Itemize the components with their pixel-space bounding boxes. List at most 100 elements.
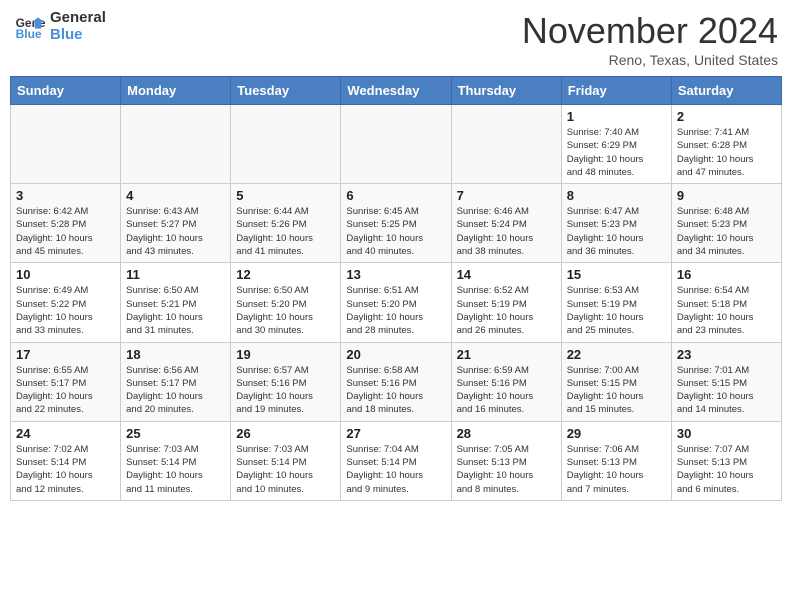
- calendar-cell: 27 Sunrise: 7:04 AM Sunset: 5:14 PM Dayli…: [341, 421, 451, 500]
- day-number: 30: [677, 426, 776, 441]
- title-area: November 2024 Reno, Texas, United States: [522, 10, 778, 68]
- calendar-cell: 9 Sunrise: 6:48 AM Sunset: 5:23 PM Daylig…: [671, 184, 781, 263]
- day-number: 20: [346, 347, 445, 362]
- day-number: 7: [457, 188, 556, 203]
- day-info: Sunrise: 6:59 AM Sunset: 5:16 PM Dayligh…: [457, 364, 556, 417]
- day-info: Sunrise: 6:58 AM Sunset: 5:16 PM Dayligh…: [346, 364, 445, 417]
- day-number: 17: [16, 347, 115, 362]
- day-number: 21: [457, 347, 556, 362]
- logo-icon: General Blue: [14, 11, 46, 43]
- calendar-cell: 14 Sunrise: 6:52 AM Sunset: 5:19 PM Dayli…: [451, 263, 561, 342]
- day-info: Sunrise: 6:48 AM Sunset: 5:23 PM Dayligh…: [677, 205, 776, 258]
- day-number: 28: [457, 426, 556, 441]
- day-info: Sunrise: 7:06 AM Sunset: 5:13 PM Dayligh…: [567, 443, 666, 496]
- calendar-cell: 10 Sunrise: 6:49 AM Sunset: 5:22 PM Dayli…: [11, 263, 121, 342]
- weekday-header-thursday: Thursday: [451, 77, 561, 105]
- day-info: Sunrise: 6:47 AM Sunset: 5:23 PM Dayligh…: [567, 205, 666, 258]
- day-info: Sunrise: 6:42 AM Sunset: 5:28 PM Dayligh…: [16, 205, 115, 258]
- calendar-cell: 16 Sunrise: 6:54 AM Sunset: 5:18 PM Dayli…: [671, 263, 781, 342]
- calendar-cell: 2Sunrise: 7:41 AM Sunset: 6:28 PM Daylig…: [671, 105, 781, 184]
- day-number: 22: [567, 347, 666, 362]
- day-number: 3: [16, 188, 115, 203]
- day-info: Sunrise: 6:56 AM Sunset: 5:17 PM Dayligh…: [126, 364, 225, 417]
- day-number: 8: [567, 188, 666, 203]
- calendar-cell: [11, 105, 121, 184]
- day-number: 26: [236, 426, 335, 441]
- day-info: Sunrise: 6:53 AM Sunset: 5:19 PM Dayligh…: [567, 284, 666, 337]
- day-number: 27: [346, 426, 445, 441]
- weekday-header-saturday: Saturday: [671, 77, 781, 105]
- day-info: Sunrise: 7:05 AM Sunset: 5:13 PM Dayligh…: [457, 443, 556, 496]
- day-info: Sunrise: 6:43 AM Sunset: 5:27 PM Dayligh…: [126, 205, 225, 258]
- day-info: Sunrise: 7:00 AM Sunset: 5:15 PM Dayligh…: [567, 364, 666, 417]
- day-info: Sunrise: 6:55 AM Sunset: 5:17 PM Dayligh…: [16, 364, 115, 417]
- calendar-cell: 29 Sunrise: 7:06 AM Sunset: 5:13 PM Dayli…: [561, 421, 671, 500]
- week-row-1: 3 Sunrise: 6:42 AM Sunset: 5:28 PM Daylig…: [11, 184, 782, 263]
- location-text: Reno, Texas, United States: [522, 52, 778, 68]
- calendar-cell: [341, 105, 451, 184]
- calendar-cell: 21 Sunrise: 6:59 AM Sunset: 5:16 PM Dayli…: [451, 342, 561, 421]
- calendar-cell: 22 Sunrise: 7:00 AM Sunset: 5:15 PM Dayli…: [561, 342, 671, 421]
- calendar-cell: 11Sunrise: 6:50 AM Sunset: 5:21 PM Dayli…: [121, 263, 231, 342]
- day-number: 1: [567, 109, 666, 124]
- calendar-cell: 19Sunrise: 6:57 AM Sunset: 5:16 PM Dayli…: [231, 342, 341, 421]
- day-info: Sunrise: 7:02 AM Sunset: 5:14 PM Dayligh…: [16, 443, 115, 496]
- calendar-cell: [231, 105, 341, 184]
- calendar-cell: 15Sunrise: 6:53 AM Sunset: 5:19 PM Dayli…: [561, 263, 671, 342]
- logo-text-blue: Blue: [50, 27, 106, 44]
- day-info: Sunrise: 6:52 AM Sunset: 5:19 PM Dayligh…: [457, 284, 556, 337]
- calendar-cell: 26Sunrise: 7:03 AM Sunset: 5:14 PM Dayli…: [231, 421, 341, 500]
- day-info: Sunrise: 6:57 AM Sunset: 5:16 PM Dayligh…: [236, 364, 335, 417]
- logo-text-general: General: [50, 10, 106, 27]
- weekday-header-tuesday: Tuesday: [231, 77, 341, 105]
- header: General Blue General Blue November 2024 …: [10, 10, 782, 68]
- logo: General Blue General Blue: [14, 10, 106, 43]
- day-info: Sunrise: 7:40 AM Sunset: 6:29 PM Dayligh…: [567, 126, 666, 179]
- day-number: 18: [126, 347, 225, 362]
- day-info: Sunrise: 7:01 AM Sunset: 5:15 PM Dayligh…: [677, 364, 776, 417]
- week-row-2: 10 Sunrise: 6:49 AM Sunset: 5:22 PM Dayli…: [11, 263, 782, 342]
- day-number: 4: [126, 188, 225, 203]
- weekday-header-wednesday: Wednesday: [341, 77, 451, 105]
- day-number: 16: [677, 267, 776, 282]
- calendar-cell: [451, 105, 561, 184]
- calendar-cell: 20 Sunrise: 6:58 AM Sunset: 5:16 PM Dayli…: [341, 342, 451, 421]
- calendar-cell: 3 Sunrise: 6:42 AM Sunset: 5:28 PM Daylig…: [11, 184, 121, 263]
- day-info: Sunrise: 7:03 AM Sunset: 5:14 PM Dayligh…: [126, 443, 225, 496]
- calendar-cell: 18 Sunrise: 6:56 AM Sunset: 5:17 PM Dayli…: [121, 342, 231, 421]
- svg-text:Blue: Blue: [16, 27, 42, 41]
- day-number: 6: [346, 188, 445, 203]
- calendar-cell: 5 Sunrise: 6:44 AM Sunset: 5:26 PM Daylig…: [231, 184, 341, 263]
- week-row-3: 17 Sunrise: 6:55 AM Sunset: 5:17 PM Dayli…: [11, 342, 782, 421]
- day-number: 29: [567, 426, 666, 441]
- day-number: 25: [126, 426, 225, 441]
- day-number: 13: [346, 267, 445, 282]
- day-info: Sunrise: 6:51 AM Sunset: 5:20 PM Dayligh…: [346, 284, 445, 337]
- calendar-cell: 12Sunrise: 6:50 AM Sunset: 5:20 PM Dayli…: [231, 263, 341, 342]
- day-info: Sunrise: 6:45 AM Sunset: 5:25 PM Dayligh…: [346, 205, 445, 258]
- calendar-cell: 24 Sunrise: 7:02 AM Sunset: 5:14 PM Dayli…: [11, 421, 121, 500]
- calendar-cell: 13 Sunrise: 6:51 AM Sunset: 5:20 PM Dayli…: [341, 263, 451, 342]
- calendar: SundayMondayTuesdayWednesdayThursdayFrid…: [10, 76, 782, 501]
- calendar-cell: 28 Sunrise: 7:05 AM Sunset: 5:13 PM Dayli…: [451, 421, 561, 500]
- day-info: Sunrise: 6:44 AM Sunset: 5:26 PM Dayligh…: [236, 205, 335, 258]
- calendar-cell: 1 Sunrise: 7:40 AM Sunset: 6:29 PM Daylig…: [561, 105, 671, 184]
- weekday-header-friday: Friday: [561, 77, 671, 105]
- day-info: Sunrise: 7:04 AM Sunset: 5:14 PM Dayligh…: [346, 443, 445, 496]
- day-number: 10: [16, 267, 115, 282]
- day-number: 5: [236, 188, 335, 203]
- calendar-cell: 7Sunrise: 6:46 AM Sunset: 5:24 PM Daylig…: [451, 184, 561, 263]
- day-info: Sunrise: 6:54 AM Sunset: 5:18 PM Dayligh…: [677, 284, 776, 337]
- day-number: 14: [457, 267, 556, 282]
- day-number: 24: [16, 426, 115, 441]
- weekday-header-row: SundayMondayTuesdayWednesdayThursdayFrid…: [11, 77, 782, 105]
- day-info: Sunrise: 6:50 AM Sunset: 5:21 PM Dayligh…: [126, 284, 225, 337]
- day-number: 23: [677, 347, 776, 362]
- day-info: Sunrise: 6:49 AM Sunset: 5:22 PM Dayligh…: [16, 284, 115, 337]
- calendar-cell: 17 Sunrise: 6:55 AM Sunset: 5:17 PM Dayli…: [11, 342, 121, 421]
- day-number: 12: [236, 267, 335, 282]
- calendar-cell: 23 Sunrise: 7:01 AM Sunset: 5:15 PM Dayli…: [671, 342, 781, 421]
- day-number: 9: [677, 188, 776, 203]
- day-number: 2: [677, 109, 776, 124]
- month-title: November 2024: [522, 10, 778, 52]
